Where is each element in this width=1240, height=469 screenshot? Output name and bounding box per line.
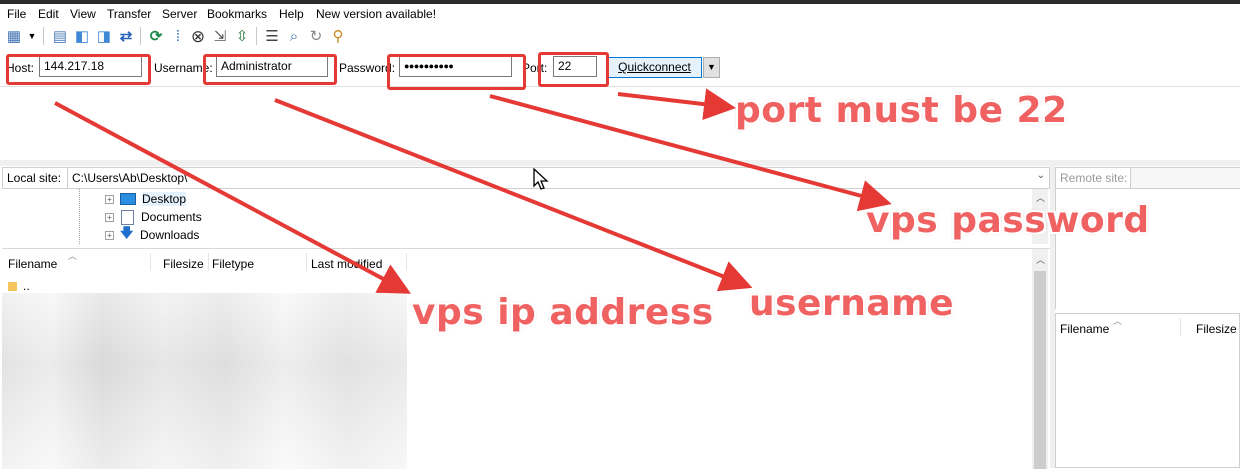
filter-icon[interactable]: ☰	[262, 26, 282, 46]
expand-icon[interactable]: +	[105, 212, 114, 222]
remote-file-list: Filename ︿ Filesize	[1055, 313, 1240, 468]
column-filetype[interactable]: Filetype	[212, 257, 254, 271]
message-log-icon[interactable]: ▤	[50, 26, 70, 46]
menu-file[interactable]: File	[7, 7, 26, 21]
sort-indicator-icon: ︿	[1113, 316, 1123, 326]
blurred-file-rows-overlay	[2, 293, 407, 469]
local-file-list: Filename ︿ Filesize Filetype Last modifi…	[2, 248, 1050, 469]
search-icon[interactable]: ⚲	[328, 26, 348, 46]
menu-bar: File Edit View Transfer Server Bookmarks…	[0, 4, 1240, 23]
sync-browse-icon[interactable]: ↻	[306, 26, 326, 46]
remote-column-filesize[interactable]: Filesize	[1196, 322, 1237, 336]
tree-item-label: Documents	[141, 210, 202, 224]
column-filesize[interactable]: Filesize	[163, 257, 204, 271]
quickconnect-button[interactable]: Quickconnect	[607, 57, 702, 78]
quickconnect-dropdown[interactable]: ▼	[703, 57, 720, 78]
remote-site-path-input[interactable]	[1130, 168, 1240, 188]
remote-column-filename[interactable]: Filename	[1060, 322, 1109, 336]
process-queue-icon[interactable]: ⁞	[168, 26, 188, 46]
tree-item-desktop[interactable]: + Desktop	[105, 190, 187, 208]
annotation-username: username	[749, 283, 955, 324]
folder-icon	[8, 281, 17, 291]
tree-item-label: Desktop	[142, 192, 187, 206]
tree-item-downloads[interactable]: + 🡇 Downloads	[105, 225, 200, 244]
column-filename[interactable]: Filename	[8, 257, 57, 271]
menu-bookmarks[interactable]: Bookmarks	[207, 7, 267, 21]
mouse-cursor-icon	[533, 168, 549, 190]
toolbar-separator	[43, 27, 44, 45]
annotation-box-password	[387, 54, 526, 90]
expand-icon[interactable]: +	[105, 194, 114, 204]
cancel-icon[interactable]: ⊗	[188, 26, 208, 46]
download-arrow-icon: 🡇	[120, 225, 134, 240]
local-site-path-input[interactable]: C:\Users\Ab\Desktop\ ⌄	[67, 168, 1049, 188]
remote-tree-icon[interactable]: ◨	[94, 26, 114, 46]
toolbar: ▦ ▼ ▤ ◧ ◨ ⇄ ⟳ ⁞ ⊗ ⇲ ⇳ ☰ ⌕ ↻ ⚲	[0, 23, 1240, 51]
annotation-port: port must be 22	[735, 90, 1068, 131]
sort-indicator-icon: ︿	[68, 251, 78, 261]
local-site-bar: Local site: C:\Users\Ab\Desktop\ ⌄	[2, 167, 1050, 189]
parent-entry-label: ..	[23, 279, 30, 293]
menu-edit[interactable]: Edit	[38, 7, 59, 21]
disconnect-icon[interactable]: ⇲	[210, 26, 230, 46]
toolbar-separator	[256, 27, 257, 45]
column-divider[interactable]	[1180, 318, 1181, 336]
annotation-password: vps password	[866, 200, 1150, 241]
column-divider[interactable]	[406, 253, 407, 271]
menu-new-version[interactable]: New version available!	[316, 7, 436, 21]
tree-guide-line	[79, 189, 81, 244]
list-scrollbar[interactable]: ︿	[1032, 249, 1048, 469]
column-divider[interactable]	[306, 253, 307, 271]
menu-transfer[interactable]: Transfer	[107, 7, 151, 21]
column-divider[interactable]	[208, 253, 209, 271]
remote-site-bar: Remote site:	[1055, 167, 1240, 189]
list-item-parent[interactable]: ..	[8, 279, 30, 293]
toolbar-separator	[140, 27, 141, 45]
menu-server[interactable]: Server	[162, 7, 197, 21]
local-site-path: C:\Users\Ab\Desktop\	[72, 171, 188, 185]
tree-item-label: Downloads	[140, 228, 200, 242]
chevron-down-icon[interactable]: ⌄	[1037, 170, 1045, 181]
local-tree-icon[interactable]: ◧	[72, 26, 92, 46]
reconnect-icon[interactable]: ⇳	[232, 26, 252, 46]
expand-icon[interactable]: +	[105, 230, 114, 240]
column-last-modified[interactable]: Last modified	[311, 257, 382, 271]
annotation-ip: vps ip address	[412, 292, 714, 333]
annotation-box-username	[203, 54, 337, 85]
scrollbar-thumb[interactable]	[1034, 271, 1046, 469]
annotation-box-port	[538, 52, 609, 87]
menu-help[interactable]: Help	[279, 7, 304, 21]
documents-folder-icon	[121, 209, 134, 225]
local-site-label: Local site:	[7, 171, 62, 185]
remote-site-label: Remote site:	[1060, 171, 1128, 185]
compare-icon[interactable]: ⌕	[284, 26, 304, 46]
refresh-icon[interactable]: ⟳	[146, 26, 166, 46]
column-divider[interactable]	[150, 253, 151, 271]
transfer-queue-icon[interactable]: ⇄	[116, 26, 136, 46]
site-manager-icon[interactable]: ▦	[4, 26, 24, 46]
menu-view[interactable]: View	[70, 7, 96, 21]
dropdown-arrow-icon[interactable]: ▼	[26, 26, 38, 46]
scroll-up-icon[interactable]: ︿	[1036, 253, 1045, 266]
annotation-box-host	[6, 54, 151, 85]
desktop-folder-icon	[120, 193, 136, 205]
